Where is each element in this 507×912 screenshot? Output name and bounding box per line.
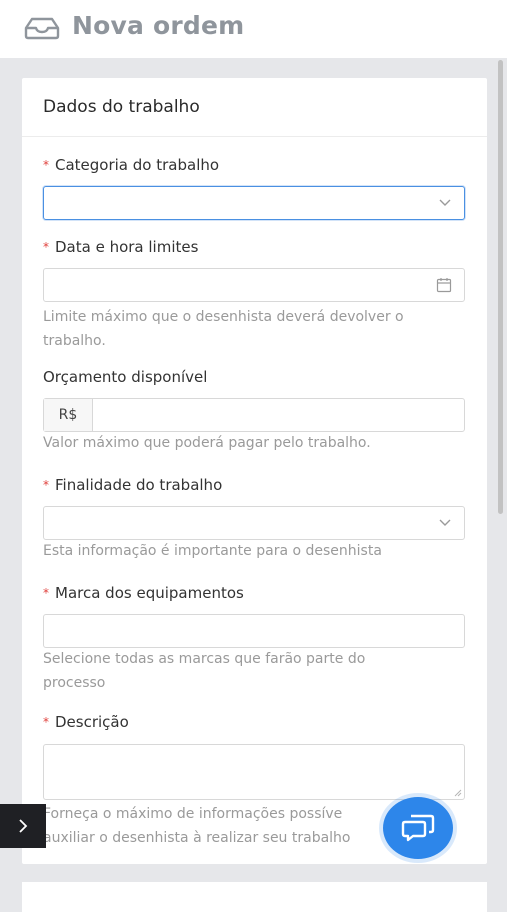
deadline-datetime-input[interactable] [43,268,465,302]
deadline-help-line2: trabalho. [43,333,106,349]
category-select[interactable] [43,186,465,220]
next-section-card [22,882,487,912]
required-mark: * [43,586,49,600]
resize-handle-icon[interactable] [454,789,462,797]
budget-field: Orçamento disponível R$ Valor máximo que… [43,367,465,451]
brand-label-text: Marca dos equipamentos [55,584,244,602]
chevron-down-icon [439,199,451,206]
description-field: * Descrição Forneça o máximo de informaçõ… [43,712,465,846]
budget-input[interactable]: R$ [43,398,465,432]
card-title: Dados do trabalho [43,97,200,117]
chat-bubbles-icon [401,814,435,842]
deadline-field: * Data e hora limites Limite máximo que o… [43,237,465,349]
brand-help-line1: Selecione todas as marcas que farão part… [43,651,366,667]
category-field: * Categoria do trabalho [43,155,465,220]
page-scrollbar[interactable] [498,60,503,514]
brand-field: * Marca dos equipamentos Selecione todas … [43,583,465,691]
chevron-right-icon [19,819,28,833]
chat-button[interactable] [383,797,453,859]
currency-addon: R$ [44,399,93,431]
budget-label: Orçamento disponível [43,368,208,386]
card-header: Dados do trabalho [22,78,487,137]
app-header: Nova ordem [0,0,507,58]
category-label: * Categoria do trabalho [43,155,465,175]
deadline-label-text: Data e hora limites [55,238,199,256]
purpose-help: Esta informação é importante para o dese… [43,543,382,559]
brand-label: * Marca dos equipamentos [43,583,465,603]
required-mark: * [43,158,49,172]
deadline-help-line1: Limite máximo que o desenhista deverá de… [43,309,404,325]
description-textarea[interactable] [43,744,465,800]
required-mark: * [43,715,49,729]
purpose-select[interactable] [43,506,465,540]
required-mark: * [43,478,49,492]
job-data-card: Dados do trabalho * Categoria do trabalho… [22,78,487,864]
purpose-field: * Finalidade do trabalho Esta informação … [43,475,465,559]
category-label-text: Categoria do trabalho [55,156,220,174]
description-label: * Descrição [43,712,465,732]
required-mark: * [43,240,49,254]
budget-help: Valor máximo que poderá pagar pelo traba… [43,435,371,451]
page-title: Nova ordem [72,11,245,40]
purpose-label-text: Finalidade do trabalho [55,476,223,494]
calendar-icon [436,278,452,293]
brand-help-line2: processo [43,675,106,691]
chevron-down-icon [439,519,451,526]
inbox-tray-icon [24,17,60,40]
deadline-label: * Data e hora limites [43,237,465,257]
sidebar-toggle-button[interactable] [0,804,46,848]
purpose-label: * Finalidade do trabalho [43,475,465,495]
description-label-text: Descrição [55,713,129,731]
brand-multiselect[interactable] [43,614,465,648]
